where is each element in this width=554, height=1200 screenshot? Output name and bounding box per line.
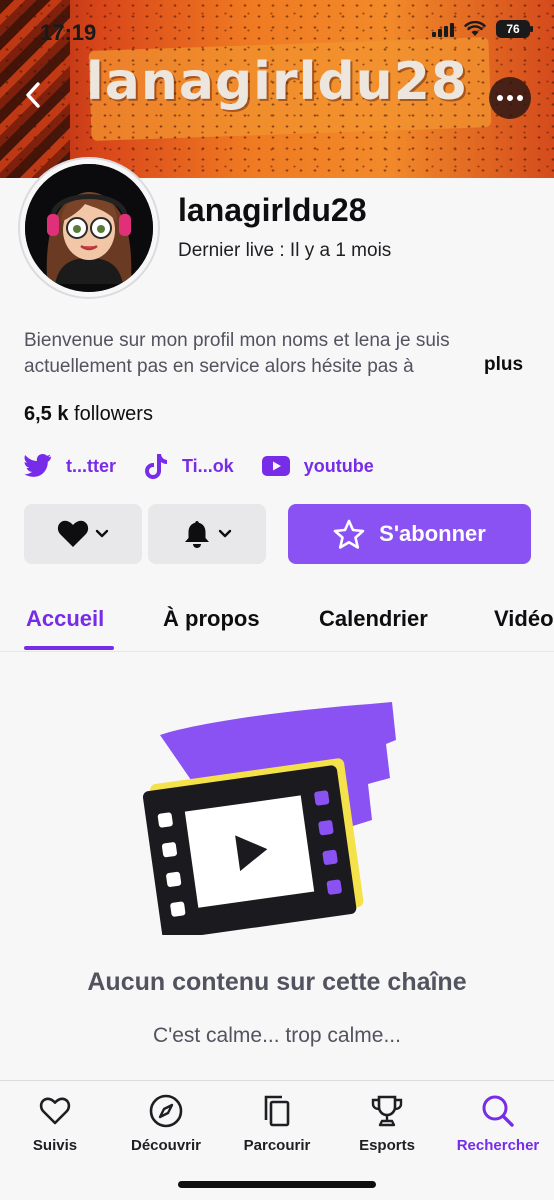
nav-label: Esports xyxy=(359,1137,415,1154)
channel-bio: Bienvenue sur mon profil mon noms et len… xyxy=(24,330,450,377)
social-label: t...tter xyxy=(66,455,117,476)
browse-icon xyxy=(264,1095,290,1127)
tab-a-propos[interactable]: À propos xyxy=(163,606,260,632)
more-dot-icon xyxy=(507,95,513,101)
trophy-icon xyxy=(371,1095,403,1127)
chevron-down-icon xyxy=(218,529,232,538)
nav-suivis[interactable]: Suivis xyxy=(0,1093,110,1154)
nav-parcourir[interactable]: Parcourir xyxy=(222,1093,332,1154)
follow-button[interactable] xyxy=(24,504,142,564)
nav-decouvrir[interactable]: Découvrir xyxy=(111,1093,221,1154)
nav-label: Rechercher xyxy=(456,1137,540,1154)
more-dot-icon xyxy=(497,95,503,101)
banner-title: lanagirldu28 xyxy=(85,52,469,112)
empty-state-subtitle: C'est calme... trop calme... xyxy=(153,1024,401,1047)
avatar-illustration xyxy=(25,164,153,292)
signal-icon xyxy=(432,21,454,37)
wifi-icon xyxy=(464,21,486,36)
last-live-text: Dernier live : Il y a 1 mois xyxy=(178,240,392,261)
tabs-divider xyxy=(0,651,554,652)
notifications-button[interactable] xyxy=(148,504,266,564)
nav-label: Découvrir xyxy=(130,1137,202,1154)
heart-icon xyxy=(57,520,89,547)
bio-more-button[interactable]: plus xyxy=(462,354,542,380)
empty-state-title: Aucun contenu sur cette chaîne xyxy=(87,968,467,996)
bell-icon xyxy=(185,521,209,548)
action-row: S'abonner xyxy=(24,504,531,564)
avatar xyxy=(25,164,153,292)
video-film-illustration xyxy=(142,702,396,935)
status-time: 17:19 xyxy=(40,20,97,45)
back-button[interactable] xyxy=(16,78,50,112)
social-link-twitter[interactable]: t...tter xyxy=(24,454,116,478)
status-icons: 76 xyxy=(432,20,533,38)
nav-label: Suivis xyxy=(32,1137,78,1154)
channel-name: lanagirldu28 xyxy=(178,192,367,228)
chevron-down-icon xyxy=(95,529,109,538)
star-icon xyxy=(333,519,365,549)
tab-calendrier[interactable]: Calendrier xyxy=(319,606,428,632)
battery-icon: 76 xyxy=(496,20,533,38)
channel-tabs: Accueil À propos Calendrier Vidéos xyxy=(0,590,554,652)
heart-icon xyxy=(39,1097,71,1125)
followers-label: followers xyxy=(74,403,153,425)
social-link-tiktok[interactable]: Ti...ok xyxy=(144,452,234,480)
chevron-left-icon xyxy=(26,82,40,108)
social-link-youtube[interactable]: youtube xyxy=(261,455,374,477)
youtube-icon xyxy=(261,456,290,476)
home-indicator xyxy=(178,1181,376,1188)
tab-accueil[interactable]: Accueil xyxy=(26,606,104,632)
nav-esports[interactable]: Esports xyxy=(332,1093,442,1154)
subscribe-button[interactable]: S'abonner xyxy=(288,504,531,564)
tiktok-icon xyxy=(145,454,168,479)
twitter-icon xyxy=(24,454,52,477)
social-links: t...tter Ti...ok youtube xyxy=(24,450,402,482)
nav-label: Parcourir xyxy=(243,1137,311,1154)
followers-number: 6,5 k xyxy=(24,403,69,425)
compass-icon xyxy=(149,1094,183,1128)
social-label: Ti...ok xyxy=(182,455,234,476)
more-dot-icon xyxy=(517,95,523,101)
social-label: youtube xyxy=(303,455,374,476)
subscribe-label: S'abonner xyxy=(379,521,486,546)
active-tab-indicator xyxy=(24,646,114,650)
nav-rechercher[interactable]: Rechercher xyxy=(443,1093,553,1154)
followers-count: 6,5 k followers xyxy=(24,403,153,426)
more-options-button[interactable] xyxy=(489,77,531,119)
search-icon xyxy=(482,1095,514,1127)
avatar-ring[interactable] xyxy=(18,157,160,299)
tab-videos[interactable]: Vidéos xyxy=(494,606,554,632)
bottom-navigation: Suivis Découvrir Parcourir Esports Reche… xyxy=(0,1080,554,1200)
